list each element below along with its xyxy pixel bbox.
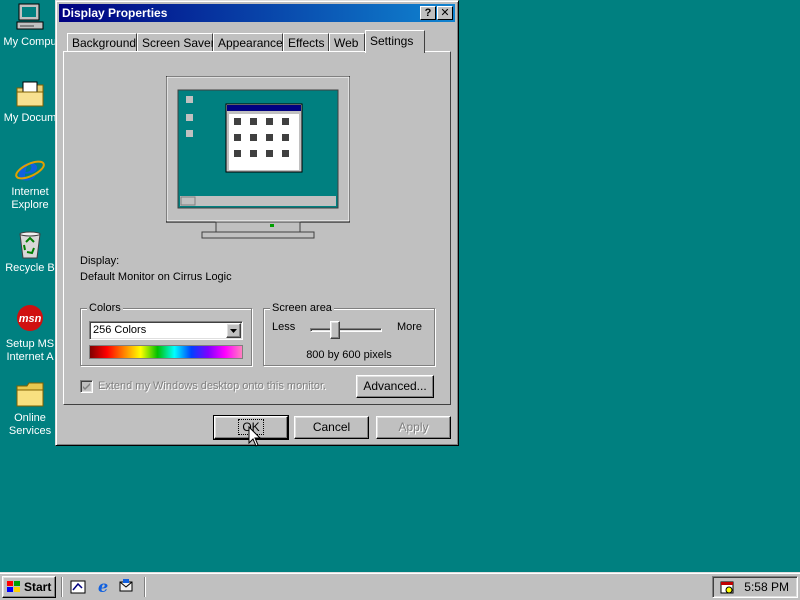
system-tray: 5:58 PM bbox=[712, 576, 798, 598]
quick-launch-outlook-express-icon[interactable] bbox=[118, 578, 134, 594]
tab-label: Effects bbox=[288, 36, 325, 50]
help-icon: ? bbox=[424, 7, 432, 19]
windows-logo-icon bbox=[7, 581, 20, 592]
desktop-icon-label: Online bbox=[14, 412, 46, 424]
desktop-icon-label: Services bbox=[8, 425, 52, 437]
display-properties-dialog: Display Properties ? ✕ Background Screen… bbox=[55, 0, 459, 446]
tab-label: Settings bbox=[370, 34, 414, 48]
colors-dropdown[interactable]: 256 Colors bbox=[89, 321, 243, 340]
advanced-button[interactable]: Advanced... bbox=[356, 375, 434, 398]
desktop-icon-my-computer[interactable]: My Compu bbox=[0, 2, 60, 49]
screen-area-group: Screen area Less More 800 by 600 pixels bbox=[263, 302, 435, 366]
desktop-icon-online-services[interactable]: Online Services bbox=[0, 378, 60, 438]
screen-area-slider-thumb[interactable] bbox=[330, 321, 341, 339]
settings-panel: Display: Default Monitor on Cirrus Logic… bbox=[63, 51, 451, 405]
tab-settings[interactable]: Settings bbox=[365, 30, 425, 53]
cancel-button-label: Cancel bbox=[312, 420, 351, 434]
taskbar: Start e 5:58 PM bbox=[0, 572, 800, 600]
quick-launch-separator bbox=[61, 577, 63, 597]
desktop-icon-label: Explore bbox=[11, 199, 49, 211]
tab-label: Screen Saver bbox=[142, 36, 215, 50]
tab-label: Web bbox=[334, 36, 359, 50]
screen-area-less-label: Less bbox=[272, 321, 296, 333]
display-value: Default Monitor on Cirrus Logic bbox=[80, 271, 232, 283]
desktop-icon-label: My Docum bbox=[3, 112, 57, 124]
tab-label: Appearance bbox=[218, 36, 283, 50]
checkbox-box[interactable] bbox=[80, 380, 93, 393]
advanced-button-label: Advanced... bbox=[363, 379, 427, 393]
desktop-icon-internet-explorer[interactable]: e Internet Explore bbox=[0, 150, 60, 212]
desktop-icon-recycle-bin[interactable]: Recycle B bbox=[0, 228, 60, 275]
internet-explorer-icon: e bbox=[14, 150, 46, 188]
desktop-icon-label: Internet bbox=[11, 186, 49, 198]
clock[interactable]: 5:58 PM bbox=[744, 580, 789, 594]
tab-screen-saver[interactable]: Screen Saver bbox=[137, 33, 215, 52]
screen-area-slider-track[interactable] bbox=[310, 328, 382, 332]
screen-area-more-label: More bbox=[396, 321, 422, 333]
desktop-icon-my-documents[interactable]: My Docum bbox=[0, 78, 60, 125]
color-spectrum-bar bbox=[89, 345, 243, 359]
msn-icon: msn bbox=[14, 304, 46, 336]
colors-group: Colors 256 Colors bbox=[80, 302, 252, 366]
svg-text:e: e bbox=[98, 578, 108, 594]
screen-area-value: 800 by 600 pixels bbox=[306, 349, 392, 361]
folder-icon bbox=[14, 378, 46, 410]
desktop-icon-label: Internet A bbox=[6, 351, 54, 363]
apply-button-label: Apply bbox=[398, 420, 429, 434]
desktop-icon-setup-msn[interactable]: msn Setup MS Internet A bbox=[0, 304, 60, 364]
window-title: Display Properties bbox=[62, 6, 168, 20]
screen-area-group-title: Screen area bbox=[270, 302, 334, 314]
tab-background[interactable]: Background bbox=[67, 33, 137, 52]
msn-badge-text: msn bbox=[19, 313, 42, 325]
my-computer-icon bbox=[14, 2, 46, 34]
desktop-icon-label: Recycle B bbox=[5, 262, 55, 274]
desktop-icon-label: Setup MS bbox=[5, 338, 55, 350]
quick-launch-internet-explorer-icon[interactable]: e bbox=[96, 577, 112, 596]
extend-desktop-label: Extend my Windows desktop onto this moni… bbox=[98, 380, 327, 392]
start-button[interactable]: Start bbox=[2, 576, 56, 598]
quick-launch-show-desktop-icon[interactable] bbox=[70, 579, 86, 595]
desktop-icon-label: My Compu bbox=[3, 36, 57, 48]
colors-dropdown-value: 256 Colors bbox=[93, 324, 147, 336]
tab-web[interactable]: Web bbox=[329, 33, 365, 52]
tab-effects[interactable]: Effects bbox=[283, 33, 329, 52]
title-bar[interactable]: Display Properties ? ✕ bbox=[59, 4, 455, 22]
mouse-cursor-icon bbox=[248, 425, 262, 448]
chevron-down-icon[interactable] bbox=[226, 323, 241, 338]
start-button-label: Start bbox=[24, 580, 52, 594]
apply-button[interactable]: Apply bbox=[376, 416, 451, 439]
monitor-preview bbox=[165, 75, 351, 246]
cancel-button[interactable]: Cancel bbox=[294, 416, 369, 439]
colors-group-title: Colors bbox=[87, 302, 123, 314]
tab-label: Background bbox=[72, 36, 137, 50]
scheduler-icon[interactable] bbox=[719, 579, 735, 595]
checkmark-icon bbox=[83, 383, 90, 390]
tab-appearance[interactable]: Appearance bbox=[213, 33, 283, 52]
display-label: Display: bbox=[80, 255, 120, 267]
my-documents-icon bbox=[14, 78, 46, 110]
quick-launch-separator bbox=[144, 577, 146, 597]
close-icon: ✕ bbox=[440, 7, 450, 19]
recycle-bin-icon bbox=[14, 228, 46, 260]
close-button[interactable]: ✕ bbox=[437, 6, 453, 20]
help-button[interactable]: ? bbox=[420, 6, 436, 20]
extend-desktop-checkbox[interactable]: Extend my Windows desktop onto this moni… bbox=[80, 380, 340, 394]
